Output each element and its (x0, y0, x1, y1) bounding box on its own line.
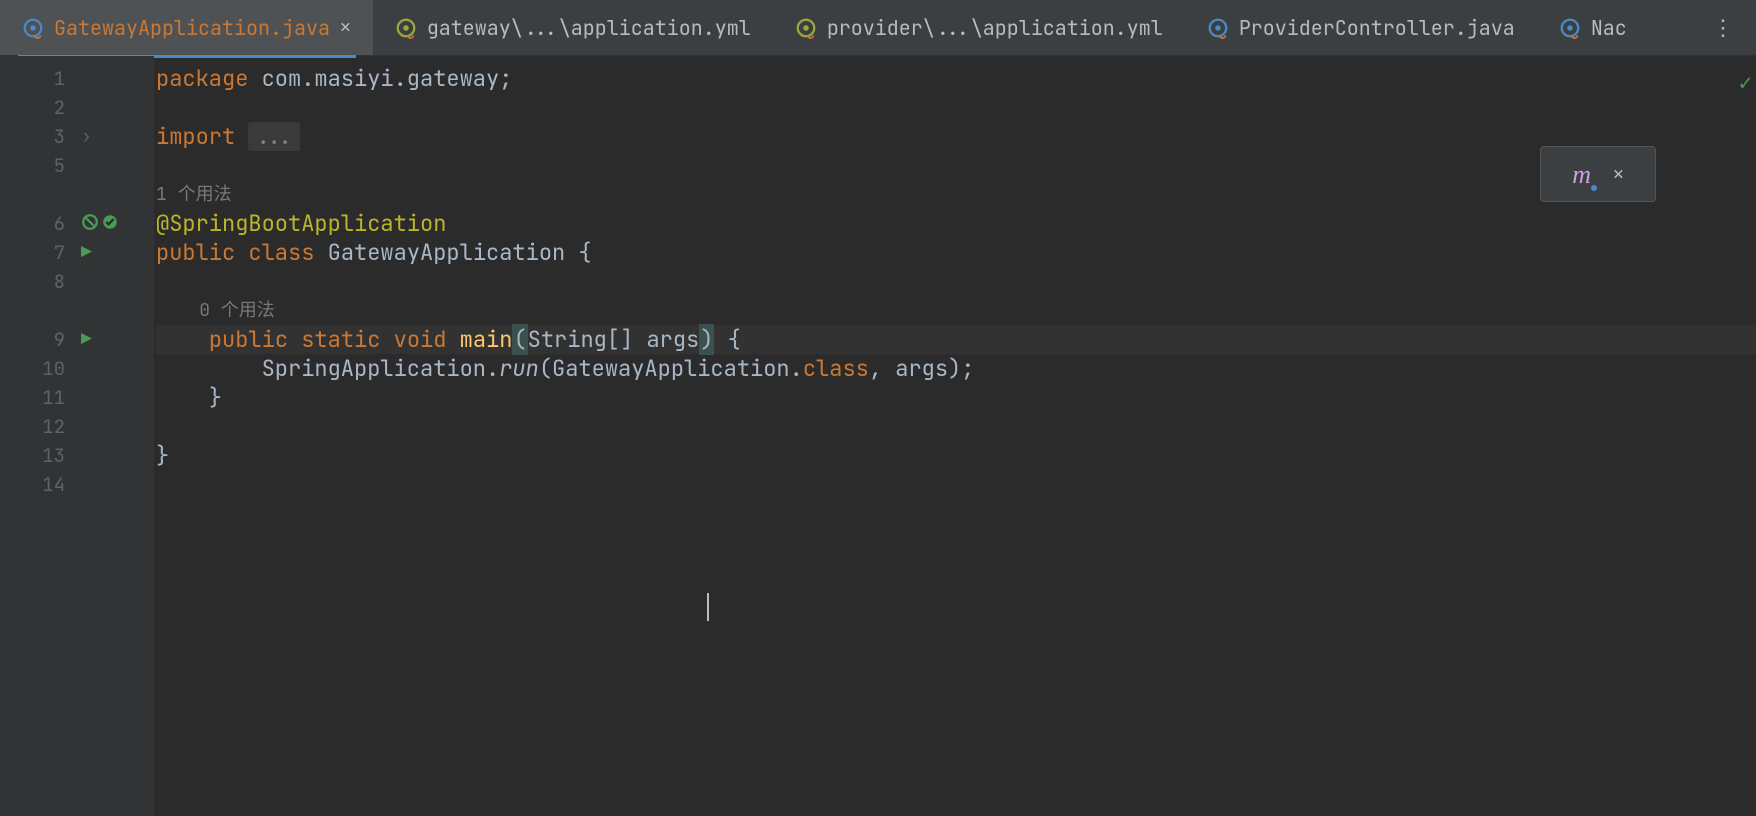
coverage-icon[interactable] (81, 209, 99, 238)
line-number: 11 (0, 383, 75, 412)
gutter: 1 2 3› 5 6 7▶ 8 9▶ 10 11 12 13 14 (0, 56, 154, 816)
yaml-file-icon (795, 17, 817, 39)
java-class-icon (22, 17, 44, 39)
line-number: 14 (0, 470, 75, 499)
kw-public: public (156, 238, 235, 267)
usage-inlay[interactable]: 1 个用法 (156, 180, 232, 209)
method-call: run (499, 354, 539, 383)
line-number: 5 (0, 151, 75, 180)
kw-class-literal: class (803, 354, 869, 383)
code-text: , args); (869, 354, 975, 383)
editor-tab[interactable]: provider\...\application.yml (773, 0, 1185, 55)
line-number: 13 (0, 441, 75, 470)
editor-tabbar: GatewayApplication.java ✕ gateway\...\appl… (0, 0, 1756, 56)
tab-label: gateway\...\application.yml (427, 15, 751, 41)
class-name: GatewayApplication (328, 238, 566, 267)
usage-inlay[interactable]: 0 个用法 (199, 296, 275, 325)
java-class-icon (1559, 17, 1581, 39)
code-text: } (209, 383, 222, 412)
tab-label: ProviderController.java (1239, 15, 1515, 41)
line-number: 2 (0, 93, 75, 122)
fold-toggle-icon[interactable]: › (81, 122, 92, 151)
code-area[interactable]: package com.masiyi.gateway; import ... 1… (154, 56, 1756, 816)
line-number: 6 (0, 209, 75, 238)
code-text: { (565, 238, 591, 267)
editor-tab[interactable]: Nac (1537, 0, 1649, 55)
editor: ✓ m ✕ 1 2 3› 5 6 7▶ 8 9▶ 10 11 12 13 14 (0, 56, 1756, 816)
paren: ) (699, 324, 714, 355)
method-name: main (460, 325, 513, 354)
run-gutter-icon[interactable]: ▶ (81, 238, 92, 267)
annotation: @SpringBootApplication (156, 209, 446, 238)
code-text: } (156, 441, 169, 470)
kw-package: package (156, 64, 248, 93)
tab-label: Nac (1591, 15, 1627, 41)
line-number: 1 (0, 64, 75, 93)
line-number: 12 (0, 412, 75, 441)
tab-overflow-icon[interactable]: ⋮ (1704, 9, 1742, 46)
tab-label: GatewayApplication.java (54, 15, 330, 41)
text-cursor (707, 593, 709, 621)
kw-class: class (248, 238, 314, 267)
code-text: (GatewayApplication. (539, 354, 803, 383)
code-text: com.masiyi.gateway; (248, 64, 512, 93)
java-class-icon (1207, 17, 1229, 39)
coverage-check-icon[interactable] (101, 209, 119, 238)
editor-tab[interactable]: gateway\...\application.yml (373, 0, 773, 55)
kw-public: public (209, 325, 288, 354)
folded-region[interactable]: ... (248, 122, 300, 151)
line-number: 10 (0, 354, 75, 383)
line-number: 3 (0, 122, 75, 151)
kw-static: static (301, 325, 380, 354)
line-number: 8 (0, 267, 75, 296)
line-number: 9 (0, 325, 75, 354)
code-text: SpringApplication. (262, 354, 500, 383)
ide-root: GatewayApplication.java ✕ gateway\...\appl… (0, 0, 1756, 816)
close-tab-icon[interactable]: ✕ (340, 16, 351, 39)
kw-void: void (394, 325, 447, 354)
editor-tab[interactable]: GatewayApplication.java ✕ (0, 0, 373, 55)
line-number: 7 (0, 238, 75, 267)
tab-label: provider\...\application.yml (827, 15, 1163, 41)
yaml-file-icon (395, 17, 417, 39)
code-text: String[] args (528, 325, 700, 354)
kw-import: import (156, 122, 235, 151)
paren: ( (512, 324, 527, 355)
run-gutter-icon[interactable]: ▶ (81, 325, 92, 354)
editor-tab[interactable]: ProviderController.java (1185, 0, 1537, 55)
code-text: { (714, 325, 740, 354)
